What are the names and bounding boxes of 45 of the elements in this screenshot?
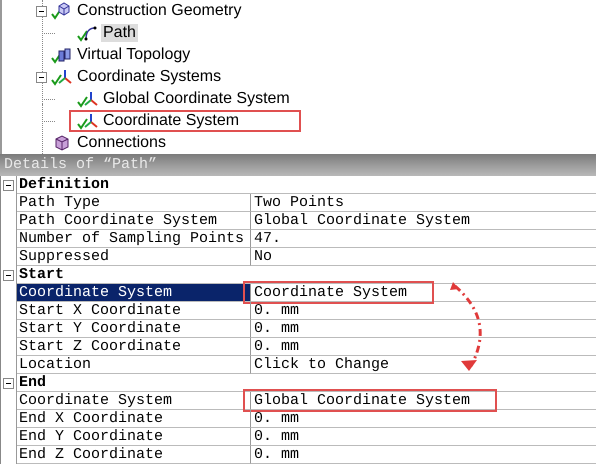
panel-title: Details of “Path” xyxy=(0,154,596,176)
axes-icon xyxy=(50,68,72,86)
property-value[interactable]: 0. mm xyxy=(254,320,300,337)
property-name[interactable]: Path Coordinate System xyxy=(17,212,251,230)
property-value[interactable]: Two Points xyxy=(254,194,344,211)
section-header: Definition xyxy=(17,176,596,194)
tree-item[interactable]: Path xyxy=(101,24,138,42)
property-value[interactable]: Global Coordinate System xyxy=(254,212,470,229)
tree-item[interactable]: Construction Geometry xyxy=(75,2,244,20)
property-value[interactable]: 0. mm xyxy=(254,428,300,445)
collapse-toggle[interactable] xyxy=(3,180,14,190)
property-name[interactable]: Start X Coordinate xyxy=(17,302,251,320)
property-name[interactable]: Number of Sampling Points xyxy=(17,230,251,248)
property-name[interactable]: Path Type xyxy=(17,194,251,212)
property-value[interactable]: 47. xyxy=(254,230,282,247)
property-value[interactable]: 0. mm xyxy=(254,302,300,319)
property-name[interactable]: End Z Coordinate xyxy=(17,446,251,464)
collapse-toggle[interactable] xyxy=(3,270,14,280)
tree-item[interactable]: Coordinate System xyxy=(71,112,300,130)
property-name[interactable]: Start Z Coordinate xyxy=(17,338,251,356)
curve-icon xyxy=(76,24,98,42)
collapse-toggle[interactable] xyxy=(36,72,47,82)
property-name[interactable]: End X Coordinate xyxy=(17,410,251,428)
property-value[interactable]: Click to Change xyxy=(254,356,390,373)
property-name[interactable]: Suppressed xyxy=(17,248,251,266)
property-value[interactable]: 0. mm xyxy=(254,446,300,463)
property-value[interactable]: 0. mm xyxy=(254,410,300,427)
property-name[interactable]: Coordinate System xyxy=(17,392,251,410)
property-name[interactable]: Coordinate System xyxy=(17,284,251,302)
tree-item[interactable]: Coordinate Systems xyxy=(75,68,224,86)
axes-icon xyxy=(76,112,98,130)
property-name[interactable]: End Y Coordinate xyxy=(17,428,251,446)
cube-icon xyxy=(50,2,72,20)
tree-item[interactable]: Global Coordinate System xyxy=(101,90,292,108)
collapse-toggle[interactable] xyxy=(36,6,47,16)
property-name[interactable]: Start Y Coordinate xyxy=(17,320,251,338)
property-value[interactable]: 0. mm xyxy=(254,338,300,355)
property-name[interactable]: Location xyxy=(17,356,251,374)
tree-item[interactable]: Virtual Topology xyxy=(75,46,192,64)
tree-item[interactable]: Connections xyxy=(75,134,168,152)
collapse-toggle[interactable] xyxy=(3,378,14,388)
property-value[interactable]: No xyxy=(254,248,272,265)
block-icon xyxy=(50,46,72,64)
section-header: End xyxy=(17,374,596,392)
axes-icon xyxy=(76,90,98,108)
